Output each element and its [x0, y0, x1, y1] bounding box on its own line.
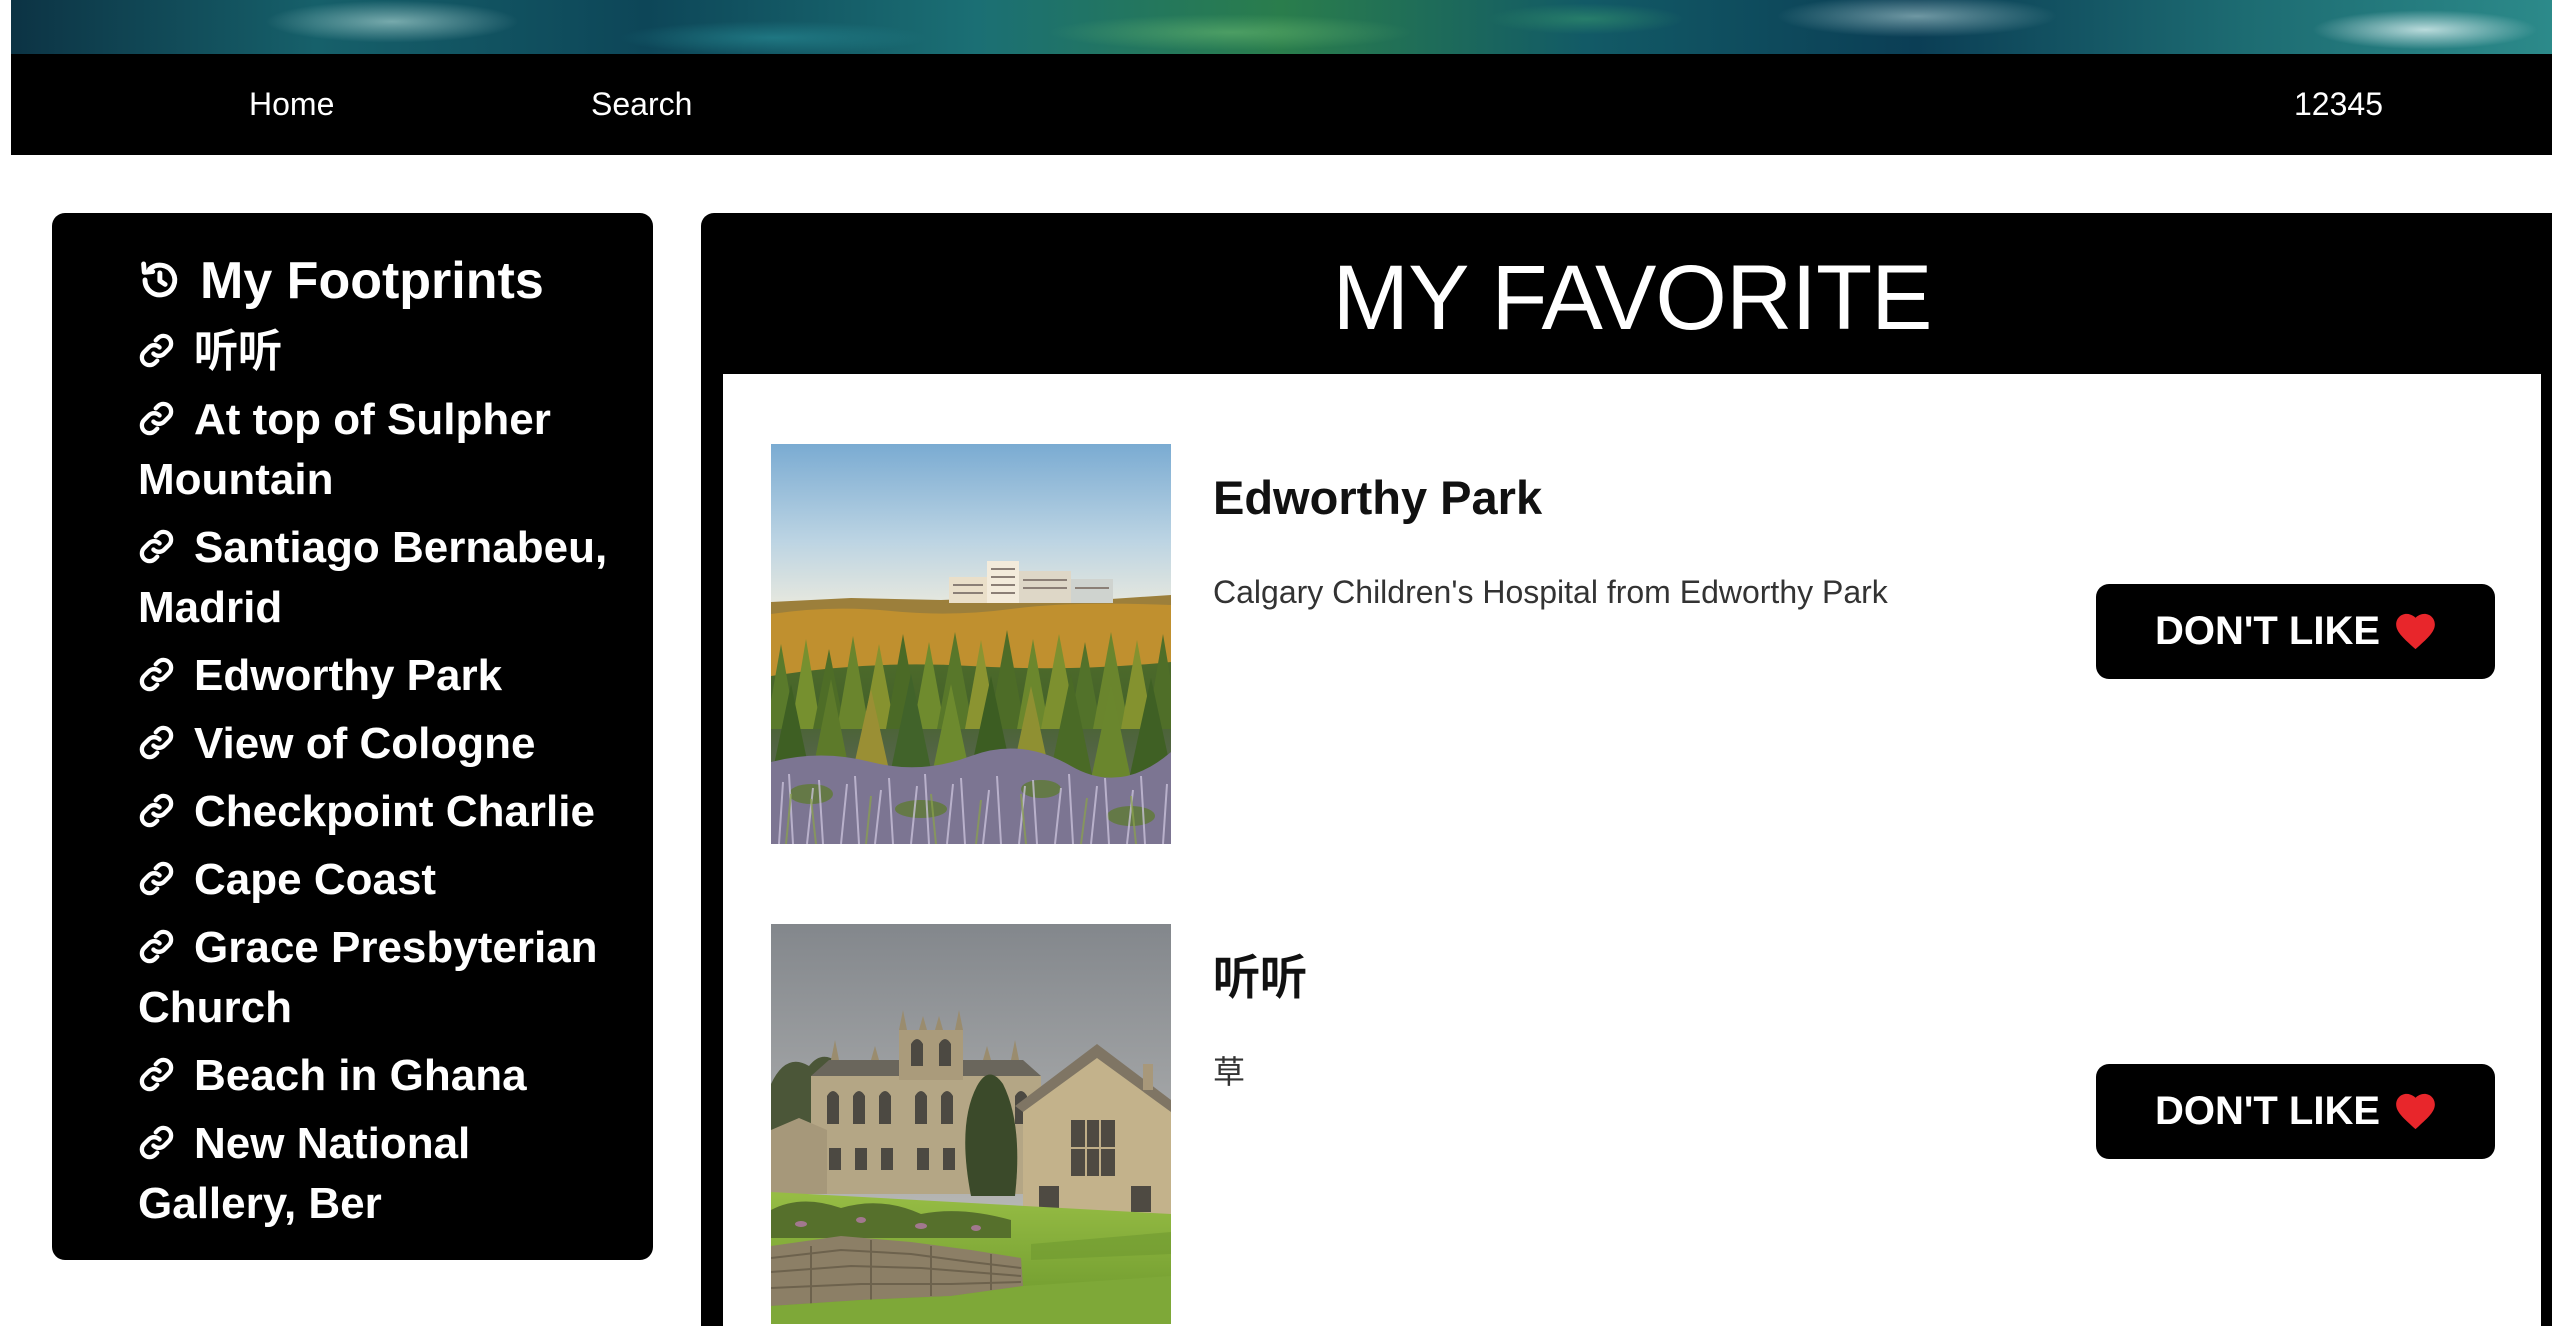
footprint-link[interactable]: Checkpoint Charlie [138, 782, 625, 842]
nav-search-link[interactable]: Search [591, 54, 692, 155]
footprint-link[interactable]: At top of Sulpher Mountain [138, 390, 625, 510]
favorite-card: 听听 草 DON'T LIKE [771, 924, 2541, 1324]
top-navbar: Home Search 12345 [11, 54, 2552, 155]
favorites-list: Edworthy Park Calgary Children's Hospita… [723, 374, 2541, 1326]
dont-like-label: DON'T LIKE [2154, 1089, 2381, 1133]
footprint-label: Santiago Bernabeu, Madrid [138, 523, 608, 632]
sidebar-title: My Footprints [138, 248, 625, 314]
link-icon [138, 332, 175, 369]
footprint-link[interactable]: Grace Presbyterian Church [138, 918, 625, 1038]
link-icon [138, 1056, 175, 1093]
footprint-label: Edworthy Park [194, 651, 503, 700]
favorite-card: Edworthy Park Calgary Children's Hospita… [771, 444, 2541, 844]
dont-like-button[interactable]: DON'T LIKE [2096, 584, 2495, 679]
footprint-link[interactable]: Santiago Bernabeu, Madrid [138, 518, 625, 638]
footprint-link[interactable]: New National Gallery, Ber [138, 1114, 625, 1234]
favorite-photo[interactable] [771, 924, 1171, 1324]
ocean-banner [11, 0, 2552, 54]
nav-user-link[interactable]: 12345 [2294, 54, 2383, 155]
link-icon [138, 1124, 175, 1161]
history-icon [138, 259, 180, 301]
footprint-link[interactable]: View of Cologne [138, 714, 625, 774]
favorite-description: 草 [1213, 1054, 1246, 1090]
footprints-sidebar: My Footprints 听听 At top of Sulpher Mount… [52, 213, 653, 1260]
footprint-link[interactable]: Cape Coast [138, 850, 625, 910]
link-icon [138, 928, 175, 965]
footprint-label: At top of Sulpher Mountain [138, 395, 551, 504]
footprint-link[interactable]: Edworthy Park [138, 646, 625, 706]
footprint-label: View of Cologne [194, 719, 536, 768]
footprint-label: Beach in Ghana [194, 1051, 527, 1100]
footprint-label: Grace Presbyterian Church [138, 923, 598, 1032]
dont-like-label: DON'T LIKE [2154, 609, 2381, 653]
link-icon [138, 792, 175, 829]
heart-icon [2395, 613, 2436, 650]
link-icon [138, 860, 175, 897]
heart-icon [2395, 1093, 2436, 1130]
link-icon [138, 528, 175, 565]
favorites-panel: MY FAVORITE Edworthy Park Calgary Childr… [701, 213, 2552, 1326]
page-title: MY FAVORITE [1332, 247, 1932, 349]
sidebar-title-label: My Footprints [200, 252, 544, 310]
footprint-label: New National Gallery, Ber [138, 1119, 471, 1228]
favorite-title: Edworthy Park [1213, 471, 1543, 524]
favorite-title: 听听 [1213, 951, 1307, 1004]
nav-home-link[interactable]: Home [249, 54, 334, 155]
footprint-link[interactable]: 听听 [138, 322, 625, 382]
favorite-photo[interactable] [771, 444, 1171, 844]
footprint-label: Checkpoint Charlie [194, 787, 595, 836]
footprint-label: 听听 [194, 327, 282, 376]
dont-like-button[interactable]: DON'T LIKE [2096, 1064, 2495, 1159]
link-icon [138, 656, 175, 693]
favorite-description: Calgary Children's Hospital from Edworth… [1213, 574, 1888, 610]
footprint-label: Cape Coast [194, 855, 437, 904]
link-icon [138, 400, 175, 437]
link-icon [138, 724, 175, 761]
footprint-link[interactable]: Beach in Ghana [138, 1046, 625, 1106]
